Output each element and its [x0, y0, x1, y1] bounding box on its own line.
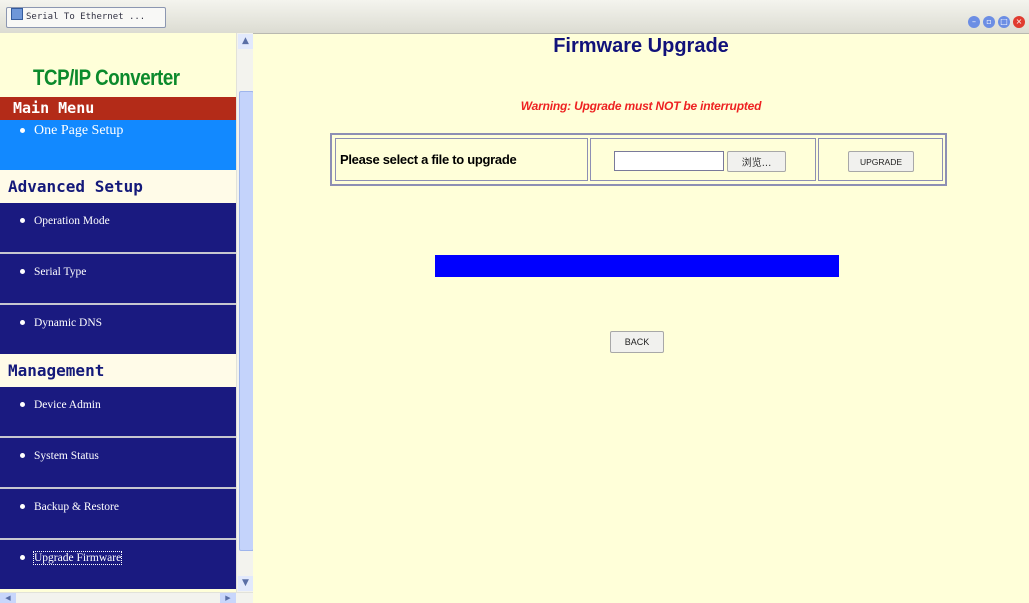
main-menu-header: Main Menu [0, 97, 236, 120]
file-prompt-label: Please select a file to upgrade [340, 152, 517, 167]
sidebar-item-backup-restore[interactable]: Backup & Restore [0, 487, 236, 538]
tab-title: Serial To Ethernet ... [26, 12, 146, 22]
sidebar-item-label: Serial Type [34, 266, 87, 278]
bullet-icon [20, 269, 25, 274]
maximize-icon[interactable]: □ [998, 16, 1010, 28]
file-prompt-cell: Please select a file to upgrade [335, 138, 588, 181]
back-button[interactable]: BACK [610, 331, 664, 353]
scroll-up-icon[interactable]: ▲ [238, 34, 253, 49]
sidebar-item-device-admin[interactable]: Device Admin [0, 387, 236, 436]
progress-fill [435, 255, 839, 277]
scroll-right-icon[interactable]: ▶ [220, 593, 236, 603]
sidebar-item-label: Operation Mode [34, 215, 110, 227]
bullet-icon [20, 555, 25, 560]
sidebar-item-label: One Page Setup [34, 123, 124, 138]
sidebar-item-label: Device Admin [34, 399, 101, 411]
bullet-icon [20, 218, 25, 223]
upgrade-form-table: Please select a file to upgrade 浏览... UP… [330, 133, 947, 186]
sidebar-item-label: Dynamic DNS [34, 317, 103, 329]
scroll-down-icon[interactable]: ▼ [238, 576, 253, 591]
browser-title-bar: Serial To Ethernet ... – ▫ □ × [0, 0, 1029, 34]
upgrade-cell: UPGRADE [818, 138, 943, 181]
sidebar-item-one-page-setup[interactable]: One Page Setup [0, 120, 236, 170]
brand-title: TCP/IP Converter [33, 65, 180, 90]
scrollbar-thumb[interactable] [239, 91, 253, 551]
window-controls: – ▫ □ × [965, 9, 1025, 28]
left-frame: TCP/IP Converter Main Menu One Page Setu… [0, 33, 253, 603]
sidebar-item-dynamic-dns[interactable]: Dynamic DNS [0, 303, 236, 354]
brand-area: TCP/IP Converter [0, 33, 236, 97]
main-frame: Firmware Upgrade Warning: Upgrade must N… [253, 33, 1029, 603]
page-title: Firmware Upgrade [553, 35, 729, 57]
file-path-input[interactable] [614, 151, 724, 171]
sidebar-item-operation-mode[interactable]: Operation Mode [0, 203, 236, 252]
advanced-setup-header: Advanced Setup [0, 170, 236, 203]
sidebar-item-serial-type[interactable]: Serial Type [0, 252, 236, 303]
sidebar-item-label: System Status [34, 450, 99, 462]
restore-icon[interactable]: ▫ [983, 16, 995, 28]
bullet-icon [20, 504, 25, 509]
file-select-cell: 浏览... [590, 138, 816, 181]
sidebar-item-label: Backup & Restore [34, 501, 119, 513]
sidebar-item-label: Upgrade Firmware [32, 551, 123, 565]
bullet-icon [20, 320, 25, 325]
upgrade-button[interactable]: UPGRADE [848, 151, 914, 172]
sidebar-menu: TCP/IP Converter Main Menu One Page Setu… [0, 33, 236, 589]
scroll-left-icon[interactable]: ◀ [0, 593, 16, 603]
bullet-icon [20, 453, 25, 458]
close-icon[interactable]: × [1013, 16, 1025, 28]
sidebar-horizontal-scrollbar[interactable]: ◀ ▶ [0, 592, 253, 603]
management-header: Management [0, 354, 236, 387]
sidebar-item-system-status[interactable]: System Status [0, 436, 236, 487]
page-icon [11, 8, 23, 20]
sidebar-item-upgrade-firmware[interactable]: Upgrade Firmware [0, 538, 236, 589]
browser-tab[interactable]: Serial To Ethernet ... [6, 7, 166, 28]
browse-button[interactable]: 浏览... [727, 151, 786, 172]
bullet-icon [20, 402, 25, 407]
minimize-icon[interactable]: – [968, 16, 980, 28]
sidebar-vertical-scrollbar[interactable]: ▲ ▼ [236, 33, 253, 592]
warning-text: Warning: Upgrade must NOT be interrupted [520, 99, 762, 113]
upgrade-progress-bar [435, 255, 839, 277]
bullet-icon [20, 128, 25, 133]
